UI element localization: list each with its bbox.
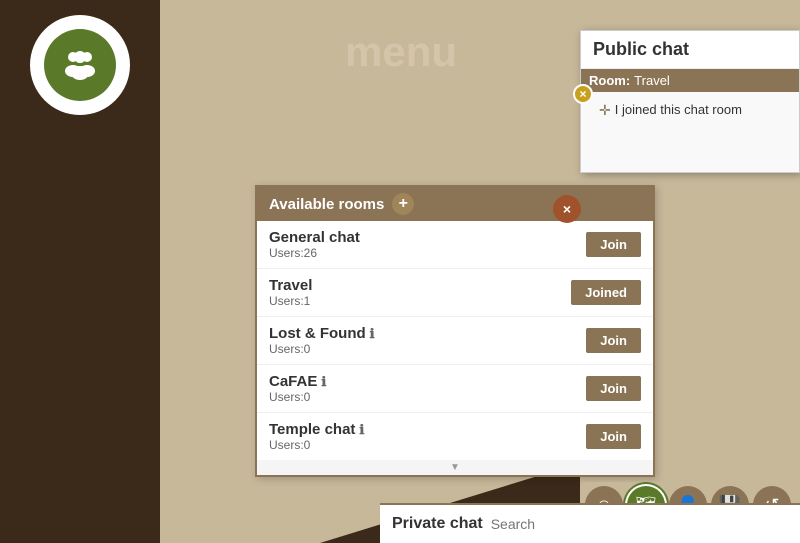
room-name: Travel bbox=[634, 73, 670, 88]
room-join-button[interactable]: Join bbox=[586, 424, 641, 449]
room-item-name: Lost & Found ℹ bbox=[269, 325, 586, 342]
room-bar: Room: Travel bbox=[581, 69, 799, 92]
public-chat-panel: Public chat Room: Travel × ✛ I joined th… bbox=[580, 30, 800, 173]
room-item-name: Temple chat ℹ bbox=[269, 421, 586, 438]
room-list-item: General chat Users:26 Join bbox=[257, 221, 653, 269]
info-icon: ℹ bbox=[370, 326, 375, 342]
room-item-users: Users:26 bbox=[269, 246, 586, 260]
rooms-header-label: Available rooms bbox=[269, 196, 384, 213]
public-chat-title: Public chat bbox=[581, 31, 799, 69]
room-item-users: Users:1 bbox=[269, 294, 571, 308]
rooms-list: General chat Users:26 Join Travel Users:… bbox=[257, 221, 653, 460]
scroll-indicator: ▼ bbox=[257, 460, 653, 475]
rooms-header-title: Available rooms + bbox=[269, 193, 414, 215]
logo-inner bbox=[44, 29, 116, 101]
menu-title: menu bbox=[345, 28, 457, 76]
room-item-name: CaFAE ℹ bbox=[269, 373, 586, 390]
room-item-name: Travel bbox=[269, 277, 571, 294]
private-chat-search[interactable] bbox=[491, 516, 788, 532]
room-list-item: Lost & Found ℹ Users:0 Join bbox=[257, 317, 653, 365]
chat-close-button[interactable]: × bbox=[573, 84, 593, 104]
room-info: Lost & Found ℹ Users:0 bbox=[269, 325, 586, 356]
room-join-button[interactable]: Join bbox=[586, 376, 641, 401]
logo-circle bbox=[30, 15, 130, 115]
rooms-header: Available rooms + bbox=[257, 187, 653, 221]
room-item-users: Users:0 bbox=[269, 342, 586, 356]
room-list-item: Travel Users:1 Joined bbox=[257, 269, 653, 317]
room-join-button[interactable]: Joined bbox=[571, 280, 641, 305]
add-room-button[interactable]: + bbox=[392, 193, 414, 215]
chat-body: × ✛ I joined this chat room bbox=[581, 92, 799, 172]
chat-message-text: I joined this chat room bbox=[615, 102, 742, 117]
room-join-button[interactable]: Join bbox=[586, 232, 641, 257]
room-join-button[interactable]: Join bbox=[586, 328, 641, 353]
dismiss-button[interactable]: × bbox=[553, 195, 581, 223]
chat-message: ✛ I joined this chat room bbox=[589, 102, 791, 119]
info-icon: ℹ bbox=[321, 374, 326, 390]
chat-msg-icon: ✛ bbox=[599, 102, 611, 119]
sidebar bbox=[0, 0, 160, 543]
room-info: Temple chat ℹ Users:0 bbox=[269, 421, 586, 452]
rooms-panel: Available rooms + General chat Users:26 … bbox=[255, 185, 655, 477]
private-chat-bar: Private chat bbox=[380, 503, 800, 543]
room-info: General chat Users:26 bbox=[269, 229, 586, 260]
room-list-item: CaFAE ℹ Users:0 Join bbox=[257, 365, 653, 413]
group-chat-icon bbox=[58, 43, 102, 87]
room-info: Travel Users:1 bbox=[269, 277, 571, 308]
room-item-users: Users:0 bbox=[269, 438, 586, 452]
info-icon: ℹ bbox=[359, 422, 364, 438]
room-label: Room: bbox=[589, 73, 630, 88]
room-info: CaFAE ℹ Users:0 bbox=[269, 373, 586, 404]
room-item-users: Users:0 bbox=[269, 390, 586, 404]
room-item-name: General chat bbox=[269, 229, 586, 246]
private-chat-label: Private chat bbox=[392, 515, 483, 533]
room-list-item: Temple chat ℹ Users:0 Join bbox=[257, 413, 653, 460]
